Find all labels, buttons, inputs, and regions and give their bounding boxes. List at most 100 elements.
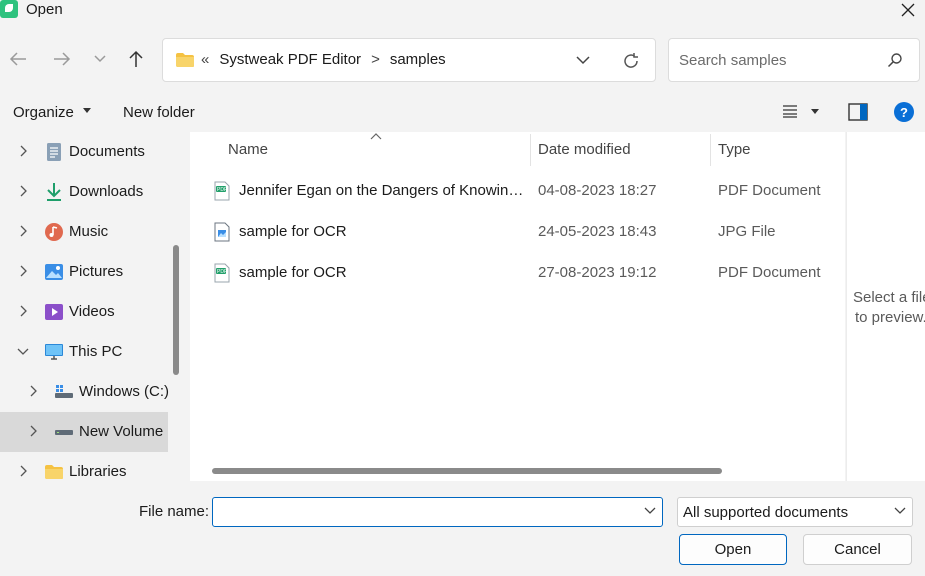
file-name-label: File name: xyxy=(139,503,210,520)
chevron-down-icon[interactable] xyxy=(16,344,30,358)
sidebar-item-label: Documents xyxy=(69,143,145,160)
file-name-field[interactable] xyxy=(212,497,663,527)
file-row[interactable]: sample for OCR 24-05-2023 18:43 JPG File xyxy=(190,212,845,252)
preview-pane-button[interactable] xyxy=(848,103,868,125)
view-options-button[interactable] xyxy=(782,104,820,122)
image-file-icon xyxy=(214,222,230,242)
open-button[interactable]: Open xyxy=(679,534,787,565)
breadcrumb-item-samples[interactable]: samples xyxy=(390,51,446,68)
sidebar-item-label: This PC xyxy=(69,343,123,360)
svg-text:PDF: PDF xyxy=(217,187,227,193)
app-logo-icon xyxy=(0,0,18,18)
sidebar-item-videos[interactable]: Videos xyxy=(0,292,168,332)
sidebar-item-label: Downloads xyxy=(69,183,144,200)
chevron-right-icon[interactable] xyxy=(16,464,30,478)
column-header-date[interactable]: Date modified xyxy=(538,141,631,158)
breadcrumb: « Systweak PDF Editor > samples xyxy=(201,51,446,68)
sidebar-item-documents[interactable]: Documents xyxy=(0,132,168,172)
up-button[interactable] xyxy=(122,46,150,72)
list-view-icon xyxy=(783,105,797,118)
folder-icon xyxy=(45,465,63,479)
chevron-right-icon[interactable] xyxy=(16,184,30,198)
file-type: PDF Document xyxy=(718,264,821,281)
column-header-type[interactable]: Type xyxy=(718,141,751,158)
file-type: JPG File xyxy=(718,223,776,240)
file-row[interactable]: PDF sample for OCR 27-08-2023 19:12 PDF … xyxy=(190,253,845,293)
cancel-button[interactable]: Cancel xyxy=(803,534,912,565)
chevron-down-icon[interactable] xyxy=(644,506,656,516)
videos-icon xyxy=(45,304,63,320)
sidebar-item-pictures[interactable]: Pictures xyxy=(0,252,168,292)
preview-line: Select a file xyxy=(853,289,925,306)
organize-menu[interactable]: Organize xyxy=(13,104,92,121)
chevron-right-icon[interactable] xyxy=(26,424,40,438)
file-date: 04-08-2023 18:27 xyxy=(538,182,657,199)
arrow-left-icon xyxy=(9,52,26,66)
sidebar-item-label: New Volume xyxy=(79,423,164,440)
command-bar: Organize New folder ? xyxy=(0,94,925,132)
chevron-right-icon[interactable] xyxy=(26,384,40,398)
caret-down-icon xyxy=(811,109,820,114)
chevron-right-icon[interactable] xyxy=(16,304,30,318)
chevron-right-icon[interactable] xyxy=(16,144,30,158)
sidebar-item-libraries[interactable]: Libraries xyxy=(0,452,168,481)
organize-label: Organize xyxy=(13,104,74,121)
file-name: sample for OCR xyxy=(239,264,347,281)
sidebar-scrollbar[interactable] xyxy=(173,245,179,375)
sidebar-item-windows-c[interactable]: Windows (C:) xyxy=(0,372,169,412)
preview-line: to preview. xyxy=(855,309,925,326)
breadcrumb-item-systweak[interactable]: Systweak PDF Editor xyxy=(219,51,361,68)
search-input[interactable]: Search samples xyxy=(679,52,787,69)
sidebar-item-label: Libraries xyxy=(69,463,127,480)
preview-pane: Select a file to preview. xyxy=(846,132,925,481)
file-list: Name Date modified Type PDF Jennifer Ega… xyxy=(190,132,845,481)
pictures-icon xyxy=(45,264,63,280)
close-button[interactable] xyxy=(897,0,919,20)
chevron-down-icon xyxy=(94,55,106,63)
preview-pane-icon xyxy=(848,103,868,121)
file-name: sample for OCR xyxy=(239,223,347,240)
recent-locations-button[interactable] xyxy=(86,46,114,72)
folder-icon xyxy=(176,53,194,67)
pdf-file-icon: PDF xyxy=(214,263,230,283)
sidebar-item-this-pc[interactable]: This PC xyxy=(0,332,168,372)
file-date: 27-08-2023 19:12 xyxy=(538,264,657,281)
file-row[interactable]: PDF Jennifer Egan on the Dangers of Know… xyxy=(190,171,845,211)
chevron-down-icon xyxy=(894,507,906,514)
column-divider[interactable] xyxy=(530,134,531,166)
sort-ascending-icon xyxy=(370,133,382,140)
sidebar-item-downloads[interactable]: Downloads xyxy=(0,172,168,212)
title-bar: Open xyxy=(0,0,925,22)
sidebar-item-new-volume[interactable]: New Volume xyxy=(0,412,168,452)
sidebar-item-music[interactable]: Music xyxy=(0,212,168,252)
download-icon xyxy=(47,183,61,201)
close-icon xyxy=(901,3,915,17)
sidebar-item-label: Videos xyxy=(69,303,115,320)
forward-button[interactable] xyxy=(48,46,76,72)
back-button[interactable] xyxy=(4,46,32,72)
breadcrumb-separator[interactable]: > xyxy=(371,51,380,68)
horizontal-scrollbar[interactable] xyxy=(212,468,722,474)
file-type-select[interactable]: All supported documents xyxy=(677,497,913,527)
file-date: 24-05-2023 18:43 xyxy=(538,223,657,240)
search-icon[interactable] xyxy=(887,52,903,68)
window-title: Open xyxy=(26,1,63,18)
arrow-right-icon xyxy=(54,52,71,66)
refresh-icon[interactable] xyxy=(621,51,641,71)
column-divider[interactable] xyxy=(710,134,711,166)
new-folder-button[interactable]: New folder xyxy=(123,104,195,121)
caret-down-icon xyxy=(83,108,92,113)
sidebar-item-label: Music xyxy=(69,223,109,240)
breadcrumb-overflow[interactable]: « xyxy=(201,51,209,68)
music-icon xyxy=(45,223,63,241)
chevron-right-icon[interactable] xyxy=(16,264,30,278)
address-bar[interactable]: « Systweak PDF Editor > samples xyxy=(162,38,656,82)
file-type: PDF Document xyxy=(718,182,821,199)
sidebar-item-label: Pictures xyxy=(69,263,124,280)
column-header-name[interactable]: Name xyxy=(228,141,268,158)
search-box[interactable]: Search samples xyxy=(668,38,920,82)
preview-message: Select a file to preview. xyxy=(853,288,925,328)
chevron-right-icon[interactable] xyxy=(16,224,30,238)
help-button[interactable]: ? xyxy=(894,102,914,122)
chevron-down-icon[interactable] xyxy=(575,53,591,67)
